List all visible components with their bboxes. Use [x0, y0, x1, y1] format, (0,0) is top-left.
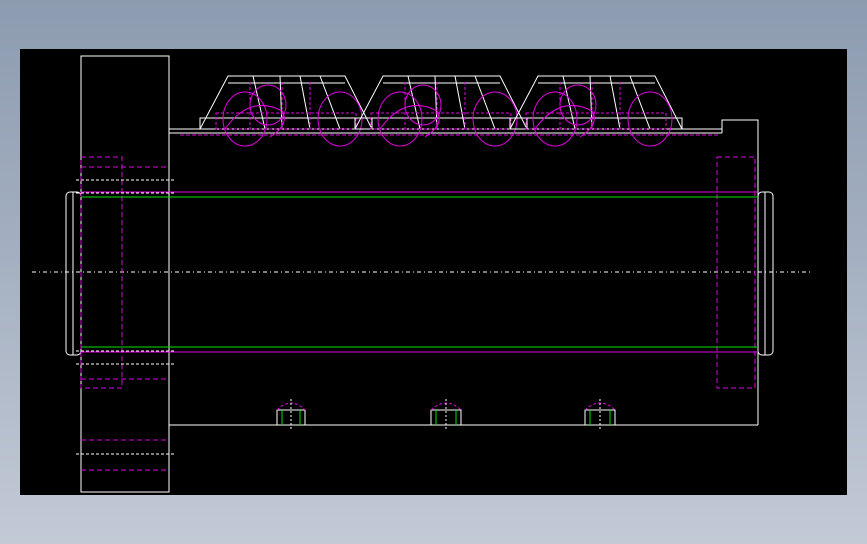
left-flange-centerlines — [76, 179, 175, 455]
mounting-boss-3 — [584, 399, 616, 429]
cad-drawing — [32, 55, 812, 493]
mounting-boss-1 — [276, 399, 306, 429]
left-flange-hidden — [80, 156, 169, 471]
cad-viewport[interactable] — [20, 49, 847, 495]
mounting-boss-2 — [430, 399, 462, 429]
